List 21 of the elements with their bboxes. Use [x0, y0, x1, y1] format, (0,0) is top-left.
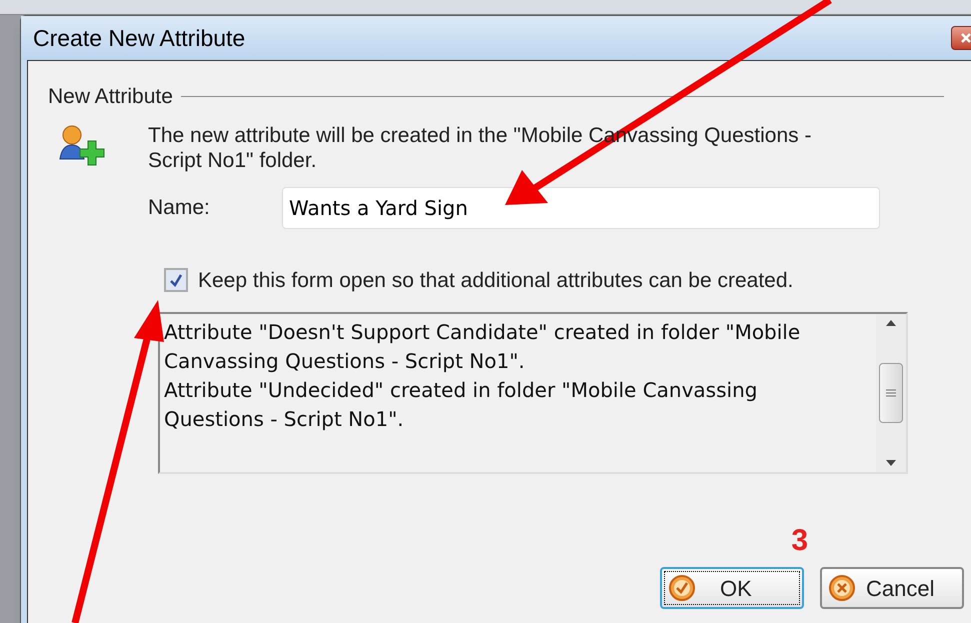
keep-open-checkbox[interactable]: [164, 268, 188, 292]
log-message: Attribute "Doesn't Support Candidate" created in folder "Mobile Canvassing Questions - Script No1".: [164, 319, 802, 375]
log-text-area[interactable]: Attribute "Doesn't Support Candidate" created in folder "Mobile Canvassing Questions - Script No1". Attribute "Undecided" created in folder "Mobile Canvassing Questions - Script No1".: [158, 312, 908, 474]
scroll-up-icon: [886, 320, 896, 326]
group-title: New Attribute: [48, 84, 173, 110]
log-message: Attribute "Undecided" created in folder "Mobile Canvassing Questions - Script No1".: [164, 377, 758, 433]
check-circle-icon: [668, 574, 696, 602]
ok-button[interactable]: OK: [660, 567, 804, 609]
scrollbar[interactable]: [876, 314, 906, 472]
grip-icon: [886, 388, 896, 398]
scroll-thumb[interactable]: [879, 363, 903, 423]
window-title: Create New Attribute: [33, 24, 246, 53]
cancel-button[interactable]: Cancel: [820, 567, 964, 609]
name-input-field[interactable]: Wants a Yard Sign: [282, 186, 880, 228]
keep-open-label: Keep this form open so that additional attributes can be created.: [198, 268, 794, 294]
scroll-down-icon: [886, 460, 896, 466]
name-label: Name:: [148, 194, 211, 221]
check-icon: [169, 273, 183, 288]
x-circle-icon: [828, 574, 856, 602]
close-icon: [960, 32, 971, 44]
step-number: 3: [791, 523, 808, 559]
